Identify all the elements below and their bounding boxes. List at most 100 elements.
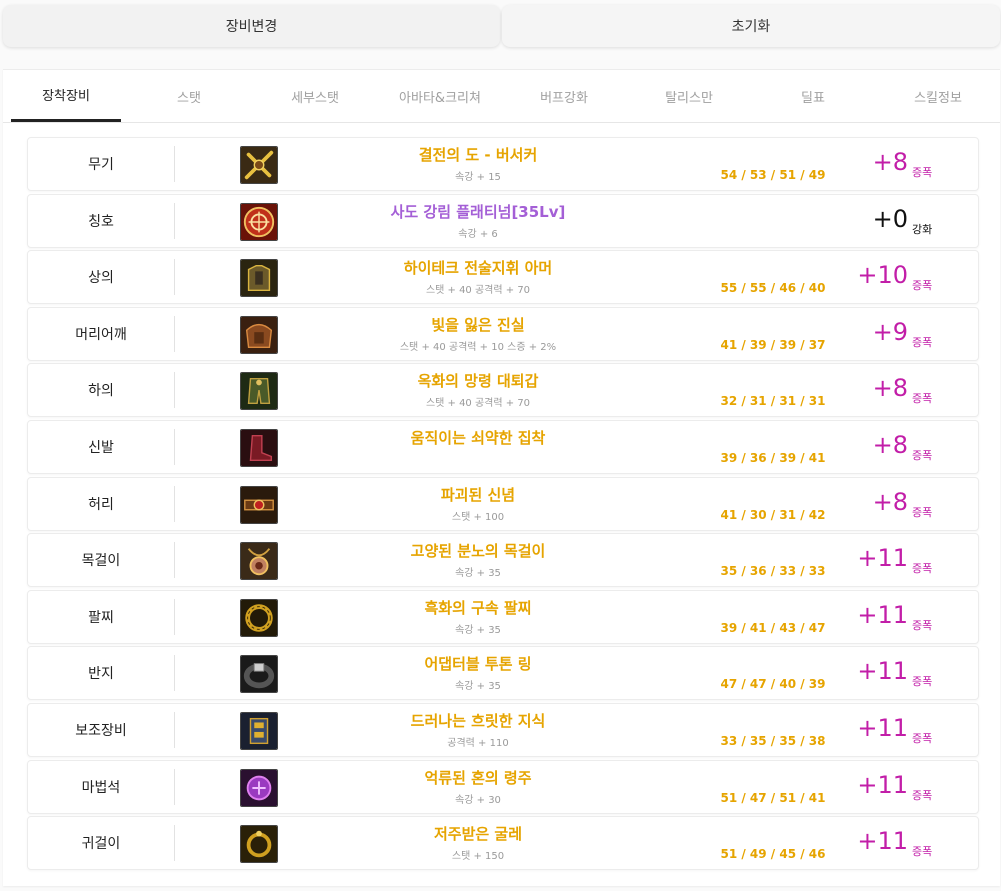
enhance-level: +11 [857, 714, 908, 742]
row-divider [174, 146, 175, 182]
tab-stats[interactable]: 스탯 [134, 70, 244, 122]
enhance-type: 증폭 [912, 449, 933, 462]
item-name: 빛을 잃은 진실 [431, 316, 525, 334]
shoes-icon[interactable] [240, 429, 278, 467]
equipment-row[interactable]: 보조장비 드러나는 흐릿한 지식 공격력 + 110 33 / 35 / 35 / 3… [27, 703, 979, 757]
bracelet-icon[interactable] [240, 599, 278, 637]
item-option-values: 39 / 41 / 43 / 47 [720, 621, 826, 635]
magic-stone-icon[interactable] [240, 769, 278, 807]
enhance-level: +8 [872, 488, 908, 516]
tab-buff-enhance[interactable]: 버프강화 [509, 70, 619, 122]
title-icon[interactable] [240, 203, 278, 241]
item-name: 흑화의 구속 팔찌 [424, 599, 532, 617]
item-option-values: 39 / 36 / 39 / 41 [720, 451, 826, 465]
enhance-type: 증폭 [912, 392, 933, 405]
tab-talisman[interactable]: 탈리스만 [634, 70, 744, 122]
item-sub-stats: 공격력 + 110 [447, 738, 509, 749]
bottom-armor-icon[interactable] [240, 372, 278, 410]
item-name: 억류된 혼의 령주 [424, 769, 532, 787]
slot-label: 머리어깨 [75, 327, 127, 343]
row-divider [174, 429, 175, 465]
slot-label: 상의 [88, 270, 114, 286]
item-sub-stats: 속강 + 35 [455, 681, 501, 692]
row-divider [174, 769, 175, 805]
item-sub-stats: 스탯 + 40 공격력 + 10 스증 + 2% [399, 342, 557, 353]
tab-bar: 장착장비 스탯 세부스탯 아바타&크리쳐 버프강화 탈리스만 딜표 스킬정보 [3, 70, 1000, 123]
slot-label: 반지 [88, 666, 114, 682]
slot-label: 목걸이 [81, 553, 121, 569]
item-option-values: 41 / 30 / 31 / 42 [720, 508, 826, 522]
enhance-level: +0 [872, 205, 908, 233]
item-name: 사도 강림 플래티넘[35Lv] [390, 203, 566, 221]
enhance-type: 증폭 [912, 279, 933, 292]
item-sub-stats: 속강 + 35 [455, 625, 501, 636]
slot-label: 무기 [88, 157, 114, 173]
enhance-type: 증폭 [912, 336, 933, 349]
enhance-type: 증폭 [912, 675, 933, 688]
equipment-panel: 장착장비 스탯 세부스탯 아바타&크리쳐 버프강화 탈리스만 딜표 스킬정보 무… [3, 69, 1000, 886]
row-divider [174, 542, 175, 578]
item-name: 파괴된 신념 [440, 486, 516, 504]
slot-label: 귀걸이 [81, 836, 121, 852]
slot-label: 칭호 [88, 214, 114, 230]
equipment-row[interactable]: 귀걸이 저주받은 굴레 스탯 + 150 51 / 49 / 45 / 46 +11 증폭 [27, 816, 979, 870]
item-sub-stats: 속강 + 35 [455, 568, 501, 579]
item-option-values: 47 / 47 / 40 / 39 [720, 677, 826, 691]
slot-label: 하의 [88, 383, 114, 399]
row-divider [174, 655, 175, 691]
item-sub-stats: 스탯 + 40 공격력 + 70 [425, 398, 531, 409]
enhance-type: 증폭 [912, 845, 933, 858]
item-name: 저주받은 굴레 [433, 825, 523, 843]
tab-skill-info[interactable]: 스킬정보 [883, 70, 993, 122]
item-sub-stats: 스탯 + 40 공격력 + 70 [425, 285, 531, 296]
enhance-level: +10 [857, 261, 908, 289]
equipment-row[interactable]: 반지 어댑터블 투톤 링 속강 + 35 47 / 47 / 40 / 39 +11 증폭 [27, 646, 979, 700]
item-option-values: 51 / 49 / 45 / 46 [720, 847, 826, 861]
equipment-row[interactable]: 머리어깨 빛을 잃은 진실 스탯 + 40 공격력 + 10 스증 + 2% 41 /… [27, 307, 979, 361]
slot-label: 팔찌 [88, 610, 114, 626]
item-sub-stats: 스탯 + 100 [451, 512, 505, 523]
enhance-type: 증폭 [912, 789, 933, 802]
enhance-type: 증폭 [912, 619, 933, 632]
necklace-icon[interactable] [240, 542, 278, 580]
equipment-row[interactable]: 목걸이 고양된 분노의 목걸이 속강 + 35 35 / 36 / 33 / 33 +1… [27, 533, 979, 587]
equipment-row[interactable]: 무기 결전의 도 - 버서커 속강 + 15 54 / 53 / 51 / 49 +8 증… [27, 137, 979, 191]
slot-label: 허리 [88, 497, 114, 513]
tab-avatar-creature[interactable]: 아바타&크리쳐 [385, 70, 495, 122]
enhance-level: +8 [872, 148, 908, 176]
ring-icon[interactable] [240, 655, 278, 693]
weapon-icon[interactable] [240, 146, 278, 184]
equipment-row[interactable]: 마법석 억류된 혼의 령주 속강 + 30 51 / 47 / 51 / 41 +11 증… [27, 760, 979, 814]
subequip-icon[interactable] [240, 712, 278, 750]
tab-detail-stats[interactable]: 세부스탯 [260, 70, 370, 122]
row-divider [174, 316, 175, 352]
equipment-row[interactable]: 팔찌 흑화의 구속 팔찌 속강 + 35 39 / 41 / 43 / 47 +11 증폭 [27, 590, 979, 644]
enhance-type: 증폭 [912, 506, 933, 519]
enhance-level: +11 [857, 544, 908, 572]
item-name: 하이테크 전술지휘 아머 [403, 259, 553, 277]
slot-label: 마법석 [81, 780, 121, 796]
shoulder-armor-icon[interactable] [240, 316, 278, 354]
item-option-values: 33 / 35 / 35 / 38 [720, 734, 826, 748]
belt-icon[interactable] [240, 486, 278, 524]
earring-icon[interactable] [240, 825, 278, 863]
item-name: 움직이는 쇠약한 집착 [410, 429, 546, 447]
item-option-values: 32 / 31 / 31 / 31 [720, 394, 826, 408]
item-name: 드러나는 흐릿한 지식 [410, 712, 546, 730]
row-divider [174, 712, 175, 748]
tab-damage-table[interactable]: 딜표 [758, 70, 868, 122]
enhance-type: 강화 [912, 223, 933, 236]
change-equipment-button[interactable]: 장비변경 [3, 5, 500, 47]
enhance-level: +8 [872, 431, 908, 459]
equipment-row[interactable]: 상의 하이테크 전술지휘 아머스탯 + 40 공격력 + 70 55 / 55 / … [27, 250, 979, 304]
top-armor-icon[interactable] [240, 259, 278, 297]
equipment-row[interactable]: 허리 파괴된 신념스탯 + 100 41 / 30 / 31 / 42 +8 증폭 [27, 477, 979, 531]
equipment-row[interactable]: 하의 옥화의 망령 대퇴갑 스탯 + 40 공격력 + 70 32 / 31 / 31… [27, 363, 979, 417]
tab-equipped[interactable]: 장착장비 [11, 70, 121, 122]
reset-button[interactable]: 초기화 [502, 5, 1000, 47]
row-divider [174, 259, 175, 295]
item-option-values: 55 / 55 / 46 / 40 [720, 281, 826, 295]
equipment-row[interactable]: 칭호 사도 강림 플래티넘[35Lv] 속강 + 6 +0 강화 [27, 194, 979, 248]
enhance-level: +8 [872, 374, 908, 402]
equipment-row[interactable]: 신발 움직이는 쇠약한 집착 39 / 36 / 39 / 41 +8 증폭 [27, 420, 979, 474]
